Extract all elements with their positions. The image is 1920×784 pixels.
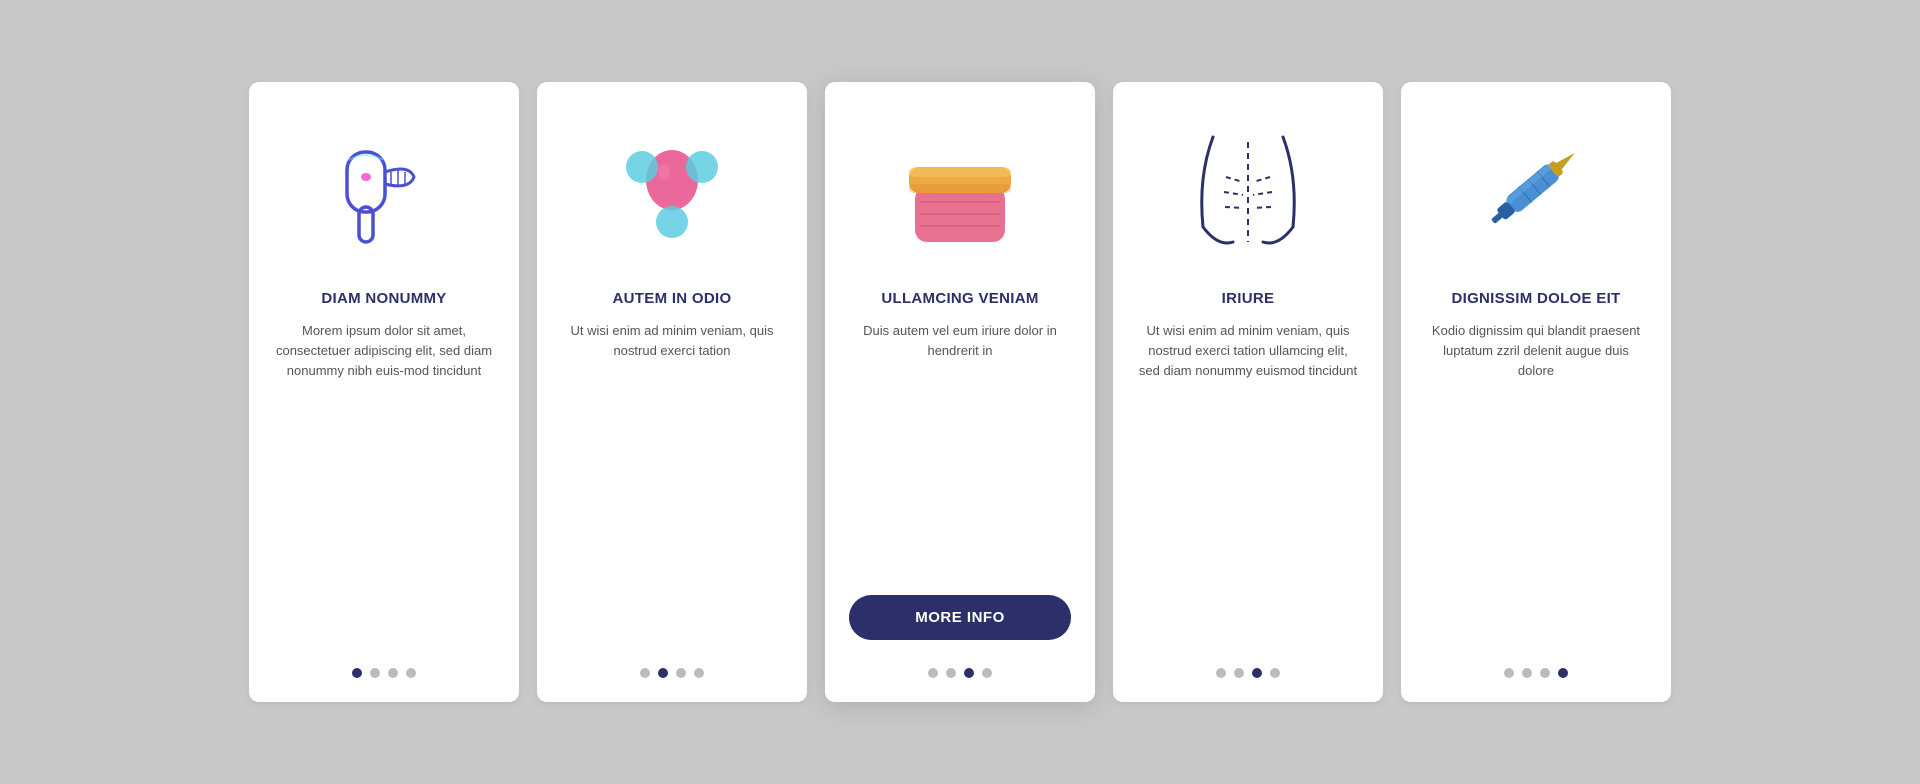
card-4: IRIURE Ut wisi enim ad minim veniam, qui… (1113, 82, 1383, 702)
card-1: DIAM NONUMMY Morem ipsum dolor sit amet,… (249, 82, 519, 702)
card-4-title: IRIURE (1222, 290, 1275, 307)
card-2: AUTEM IN ODIO Ut wisi enim ad minim veni… (537, 82, 807, 702)
dot-active (1252, 668, 1262, 678)
cream-jar-icon (895, 122, 1025, 262)
card-3-desc: Duis autem vel eum iriure dolor in hendr… (849, 321, 1071, 577)
dot (1504, 668, 1514, 678)
dot (1216, 668, 1226, 678)
dot (406, 668, 416, 678)
card-3: ULLAMCING VENIAM Duis autem vel eum iriu… (825, 82, 1095, 702)
body-lines-icon (1188, 117, 1308, 267)
card-3-icon-area (890, 112, 1030, 272)
dot-active (352, 668, 362, 678)
dot (1540, 668, 1550, 678)
card-5-icon-area (1466, 112, 1606, 272)
dot (676, 668, 686, 678)
dot-active (658, 668, 668, 678)
card-4-dots (1216, 668, 1280, 678)
dot (982, 668, 992, 678)
cards-container: DIAM NONUMMY Morem ipsum dolor sit amet,… (189, 42, 1731, 742)
card-5-dots (1504, 668, 1568, 678)
card-2-desc: Ut wisi enim ad minim veniam, quis nostr… (561, 321, 783, 650)
card-5-desc: Kodio dignissim qui blandit praesent lup… (1425, 321, 1647, 650)
card-1-desc: Morem ipsum dolor sit amet, consectetuer… (273, 321, 495, 650)
card-5: DIGNISSIM DOLOE EIT Kodio dignissim qui … (1401, 82, 1671, 702)
massage-tool-icon (612, 122, 732, 262)
hair-dryer-icon (329, 122, 439, 262)
card-2-icon-area (602, 112, 742, 272)
dot (928, 668, 938, 678)
dot-active (1558, 668, 1568, 678)
dot (946, 668, 956, 678)
card-1-dots (352, 668, 416, 678)
card-4-icon-area (1178, 112, 1318, 272)
dot-active (964, 668, 974, 678)
dot (1234, 668, 1244, 678)
card-1-title: DIAM NONUMMY (321, 290, 446, 307)
dot (388, 668, 398, 678)
dot (694, 668, 704, 678)
card-3-dots (928, 668, 992, 678)
card-5-title: DIGNISSIM DOLOE EIT (1451, 290, 1620, 307)
dot (370, 668, 380, 678)
card-1-icon-area (314, 112, 454, 272)
card-4-desc: Ut wisi enim ad minim veniam, quis nostr… (1137, 321, 1359, 650)
more-info-button[interactable]: MORE INFO (849, 595, 1071, 640)
dot (640, 668, 650, 678)
syringe-icon (1476, 122, 1596, 262)
dot (1270, 668, 1280, 678)
card-3-title: ULLAMCING VENIAM (881, 290, 1038, 307)
card-2-title: AUTEM IN ODIO (613, 290, 732, 307)
card-2-dots (640, 668, 704, 678)
dot (1522, 668, 1532, 678)
